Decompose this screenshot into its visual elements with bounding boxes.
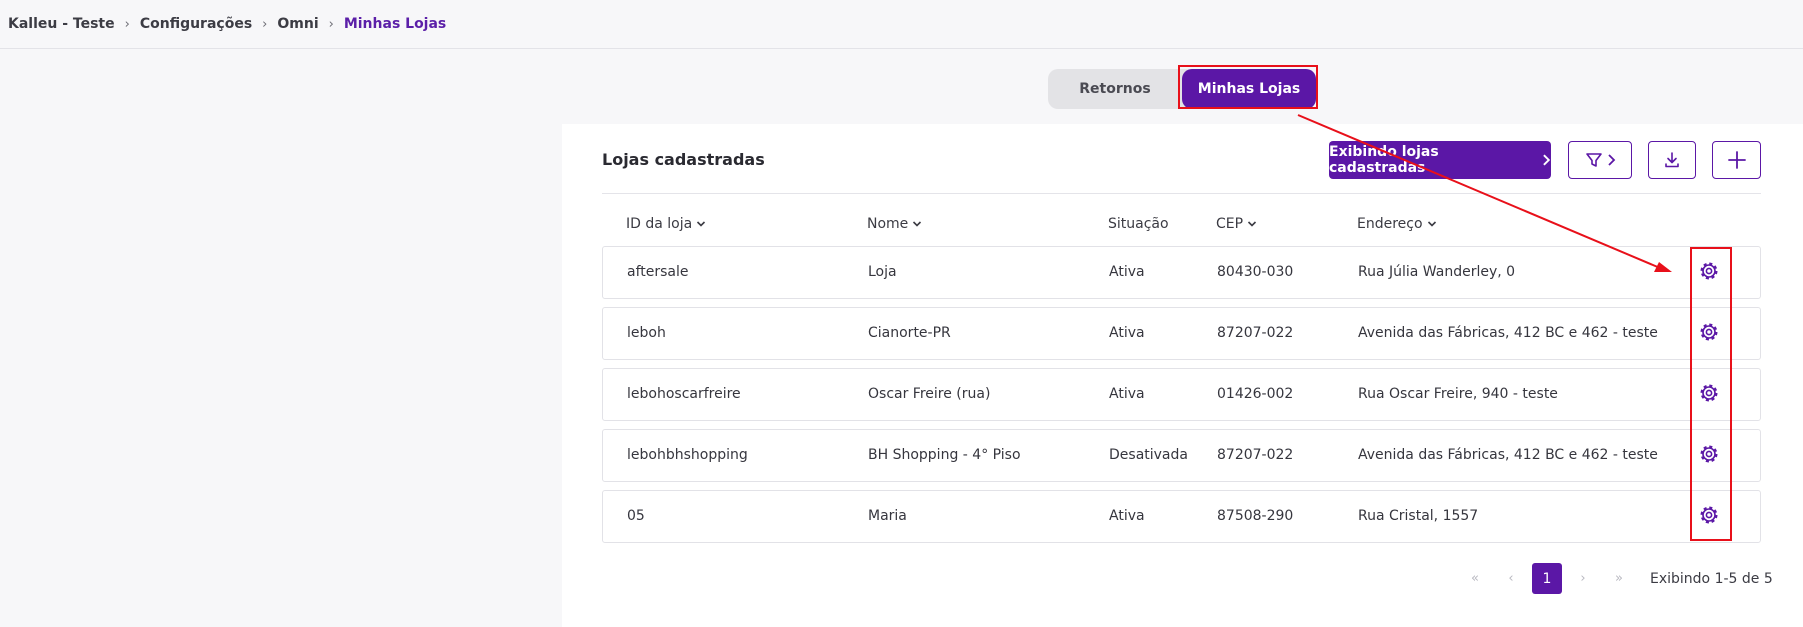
column-header-label: ID da loja bbox=[626, 216, 693, 232]
table-row[interactable]: leboh Cianorte-PR Ativa 87207-022 Avenid… bbox=[602, 307, 1761, 360]
cell-status: Ativa bbox=[1109, 386, 1145, 402]
breadcrumb-item-omni[interactable]: Omni bbox=[277, 16, 318, 32]
cell-store-name: Loja bbox=[868, 264, 897, 280]
table-row[interactable]: aftersale Loja Ativa 80430-030 Rua Júlia… bbox=[602, 246, 1761, 299]
tab-switcher: Retornos Minhas Lojas bbox=[1048, 69, 1316, 109]
cell-store-id: 05 bbox=[627, 508, 645, 524]
table-row[interactable]: 05 Maria Ativa 87508-290 Rua Cristal, 15… bbox=[602, 490, 1761, 543]
filter-icon bbox=[1585, 153, 1602, 167]
last-page-button[interactable]: » bbox=[1606, 563, 1632, 594]
cell-address: Rua Oscar Freire, 940 - teste bbox=[1358, 386, 1558, 402]
cell-status: Ativa bbox=[1109, 325, 1145, 341]
gear-icon[interactable] bbox=[1697, 442, 1721, 466]
gear-icon[interactable] bbox=[1697, 381, 1721, 405]
breadcrumb-item-current: Minhas Lojas bbox=[343, 16, 447, 32]
chevron-right-icon: › bbox=[328, 16, 334, 32]
prev-page-button[interactable]: ‹ bbox=[1498, 563, 1524, 594]
column-header-id[interactable]: ID da loja bbox=[626, 216, 706, 232]
cell-status: Ativa bbox=[1109, 508, 1145, 524]
show-registered-stores-label: Exibindo lojas cadastradas bbox=[1329, 144, 1439, 176]
cell-cep: 80430-030 bbox=[1217, 264, 1294, 280]
cell-store-name: Cianorte-PR bbox=[868, 325, 951, 341]
download-icon bbox=[1665, 152, 1679, 168]
cell-cep: 87207-022 bbox=[1217, 447, 1294, 463]
column-header-label: Endereço bbox=[1357, 216, 1423, 232]
cell-status: Ativa bbox=[1109, 264, 1145, 280]
chevron-right-icon: › bbox=[124, 16, 130, 32]
column-header-address[interactable]: Endereço bbox=[1357, 216, 1437, 232]
panel-title: Lojas cadastradas bbox=[602, 150, 765, 169]
cell-store-id: leboh bbox=[627, 325, 666, 341]
column-header-status: Situação bbox=[1108, 216, 1169, 232]
chevron-right-icon bbox=[1607, 154, 1615, 166]
show-registered-stores-button[interactable]: Exibindo lojas cadastradas bbox=[1329, 141, 1551, 179]
breadcrumb: Kalleu - Teste › Configurações › Omni › … bbox=[0, 0, 1803, 49]
cell-address: Avenida das Fábricas, 412 BC e 462 - tes… bbox=[1358, 447, 1658, 463]
column-header-label: CEP bbox=[1216, 216, 1244, 232]
breadcrumb-item-settings[interactable]: Configurações bbox=[140, 16, 252, 32]
cell-cep: 87508-290 bbox=[1217, 508, 1294, 524]
chevron-right-icon bbox=[1543, 154, 1551, 166]
cell-store-id: lebohbhshopping bbox=[627, 447, 748, 463]
chevron-down-icon bbox=[913, 221, 922, 227]
chevron-down-icon bbox=[1427, 221, 1436, 227]
cell-store-id: aftersale bbox=[627, 264, 689, 280]
plus-icon bbox=[1727, 151, 1746, 169]
cell-store-name: Maria bbox=[868, 508, 907, 524]
pagination-info: Exibindo 1-5 de 5 bbox=[1650, 571, 1773, 587]
panel-divider bbox=[602, 193, 1761, 194]
table-row[interactable]: lebohoscarfreire Oscar Freire (rua) Ativ… bbox=[602, 368, 1761, 421]
cell-store-name: Oscar Freire (rua) bbox=[868, 386, 991, 402]
chevron-down-icon bbox=[1248, 221, 1257, 227]
gear-icon[interactable] bbox=[1697, 320, 1721, 344]
column-header-label: Nome bbox=[867, 216, 909, 232]
cell-cep: 87207-022 bbox=[1217, 325, 1294, 341]
breadcrumb-item-account[interactable]: Kalleu - Teste bbox=[8, 16, 115, 32]
gear-icon[interactable] bbox=[1697, 259, 1721, 283]
cell-address: Rua Cristal, 1557 bbox=[1358, 508, 1479, 524]
cell-address: Avenida das Fábricas, 412 BC e 462 - tes… bbox=[1358, 325, 1658, 341]
chevron-right-icon: › bbox=[262, 16, 268, 32]
tab-minhas-lojas[interactable]: Minhas Lojas bbox=[1182, 69, 1316, 109]
cell-address: Rua Júlia Wanderley, 0 bbox=[1358, 264, 1516, 280]
filter-button[interactable] bbox=[1568, 141, 1632, 179]
column-header-name[interactable]: Nome bbox=[867, 216, 922, 232]
cell-status: Desativada bbox=[1109, 447, 1188, 463]
column-header-label: Situação bbox=[1108, 216, 1169, 232]
cell-store-id: lebohoscarfreire bbox=[627, 386, 741, 402]
add-store-button[interactable] bbox=[1712, 141, 1761, 179]
download-button[interactable] bbox=[1648, 141, 1696, 179]
tab-retornos[interactable]: Retornos bbox=[1048, 69, 1182, 109]
first-page-button[interactable]: « bbox=[1462, 563, 1488, 594]
cell-store-name: BH Shopping - 4° Piso bbox=[868, 447, 1021, 463]
next-page-button[interactable]: › bbox=[1570, 563, 1596, 594]
table-row[interactable]: lebohbhshopping BH Shopping - 4° Piso De… bbox=[602, 429, 1761, 482]
gear-icon[interactable] bbox=[1697, 503, 1721, 527]
column-header-cep[interactable]: CEP bbox=[1216, 216, 1257, 232]
cell-cep: 01426-002 bbox=[1217, 386, 1294, 402]
page-number-current[interactable]: 1 bbox=[1532, 563, 1562, 594]
chevron-down-icon bbox=[697, 221, 706, 227]
